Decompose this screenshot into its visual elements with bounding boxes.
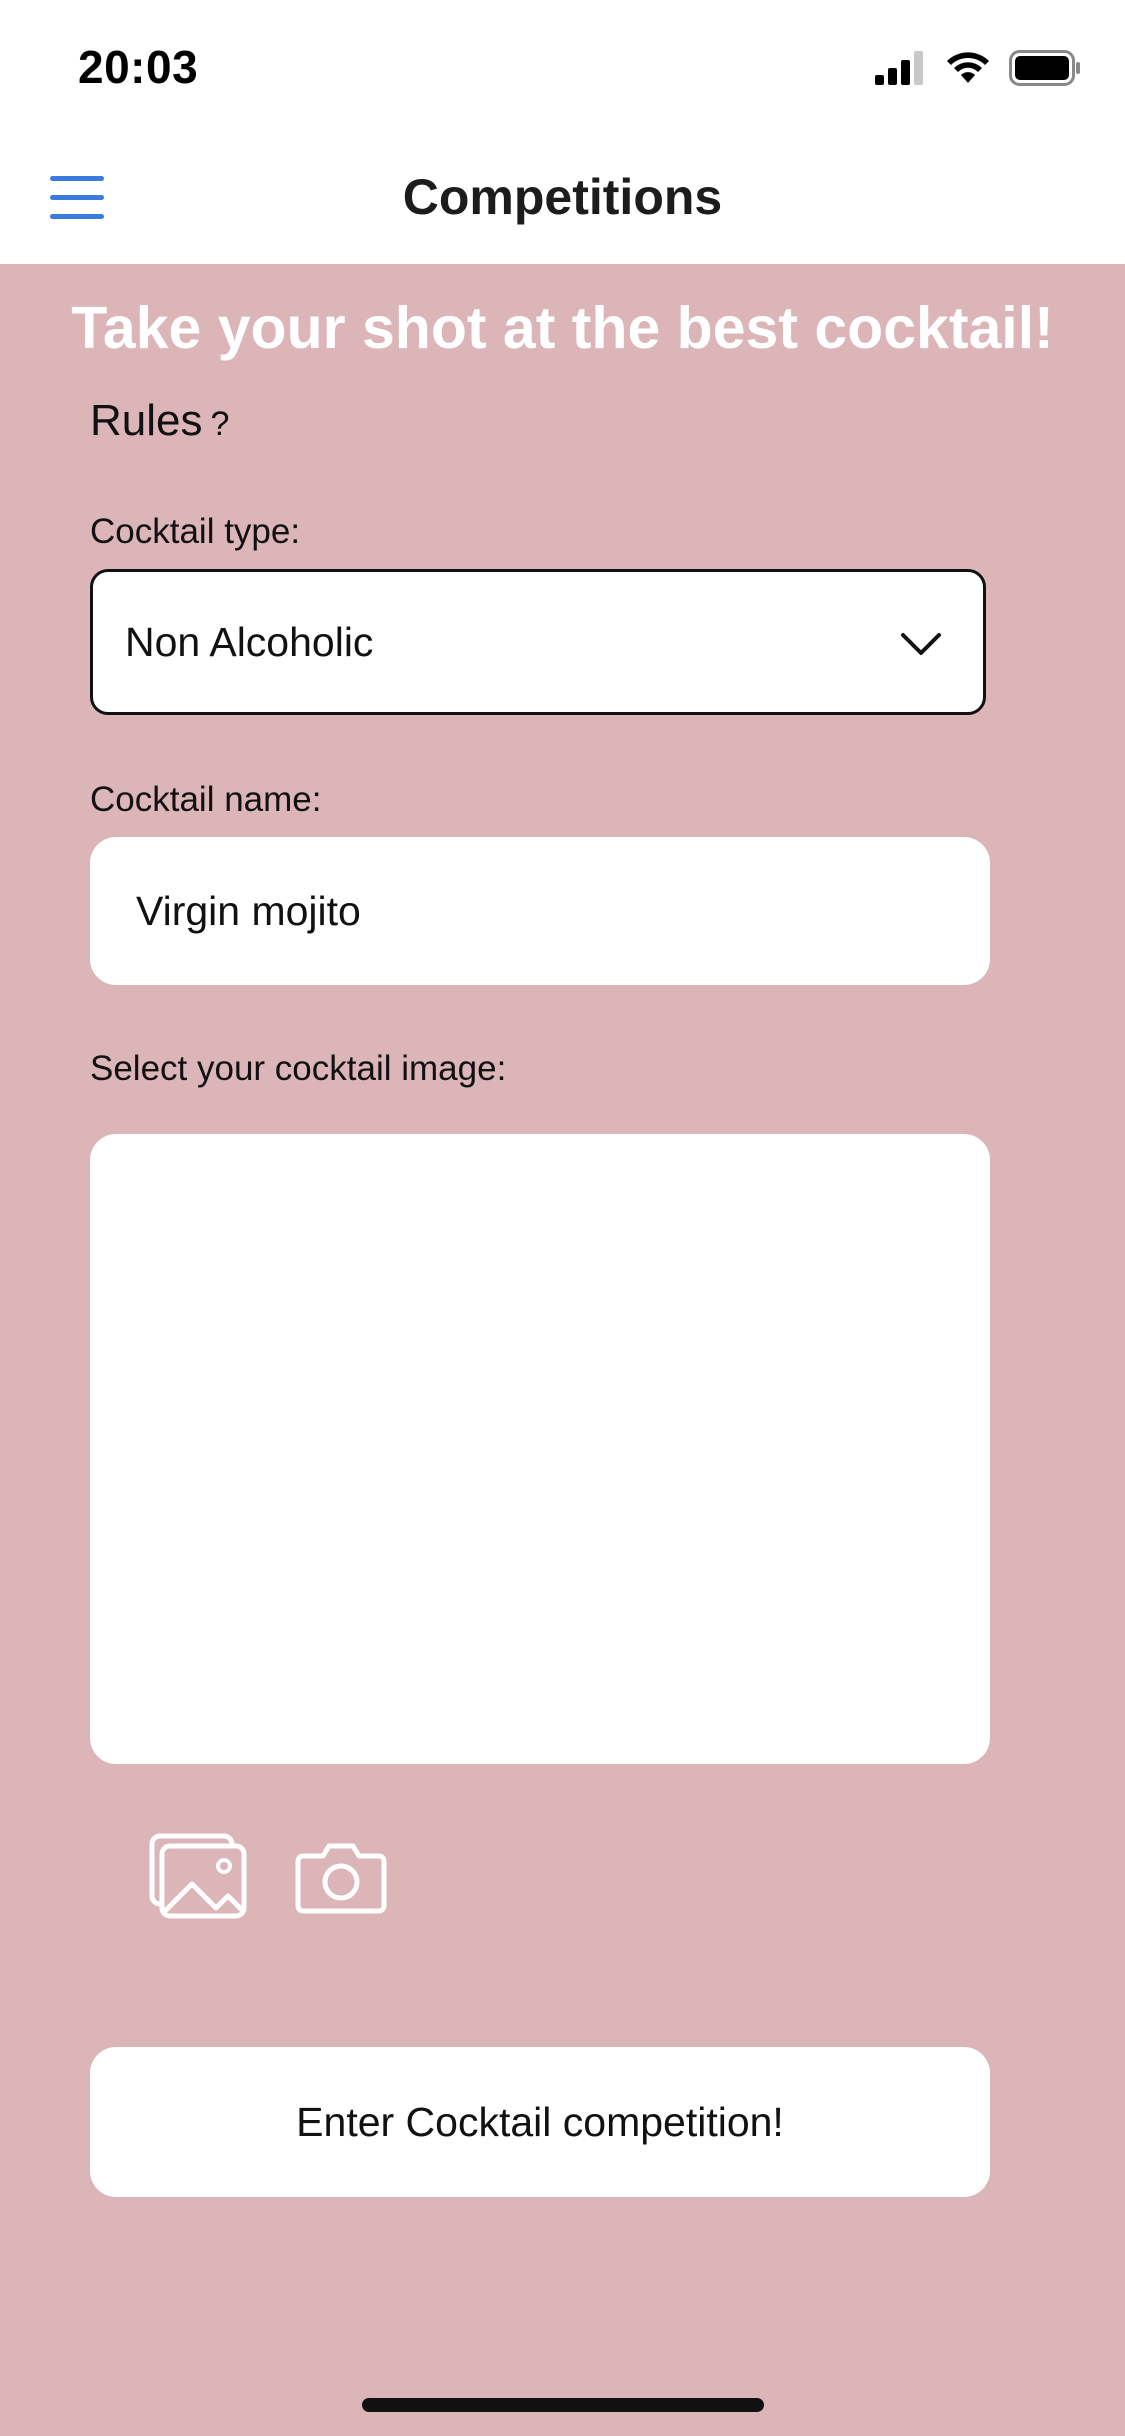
nav-bar: Competitions — [0, 132, 1125, 264]
status-bar: 20:03 — [0, 0, 1125, 132]
cocktail-name-label: Cocktail name: — [90, 780, 322, 819]
home-indicator — [362, 2398, 764, 2412]
rules-label: Rules — [90, 396, 203, 445]
cocktail-image-label: Select your cocktail image: — [90, 1049, 507, 1088]
chevron-down-icon — [901, 633, 941, 655]
camera-icon[interactable] — [295, 1840, 387, 1914]
cocktail-type-value: Non Alcoholic — [125, 619, 374, 665]
battery-icon — [1009, 50, 1080, 86]
wifi-icon — [947, 52, 989, 83]
status-time: 20:03 — [78, 41, 199, 93]
enter-competition-button[interactable]: Enter Cocktail competition! — [90, 2047, 990, 2197]
cocktail-type-label: Cocktail type: — [90, 512, 301, 551]
signal-icon — [875, 51, 923, 85]
banner-heading: Take your shot at the best cocktail! — [71, 295, 1054, 361]
page-title: Competitions — [402, 169, 723, 225]
status-icons — [875, 48, 1081, 88]
cocktail-name-input[interactable] — [90, 837, 990, 985]
rules-help-mark: ? — [210, 405, 230, 443]
rules-link[interactable]: Rules? — [90, 396, 229, 446]
cocktail-type-select[interactable]: Non Alcoholic — [90, 569, 986, 715]
cocktail-image-preview[interactable] — [90, 1134, 990, 1764]
gallery-icon[interactable] — [148, 1832, 248, 1920]
